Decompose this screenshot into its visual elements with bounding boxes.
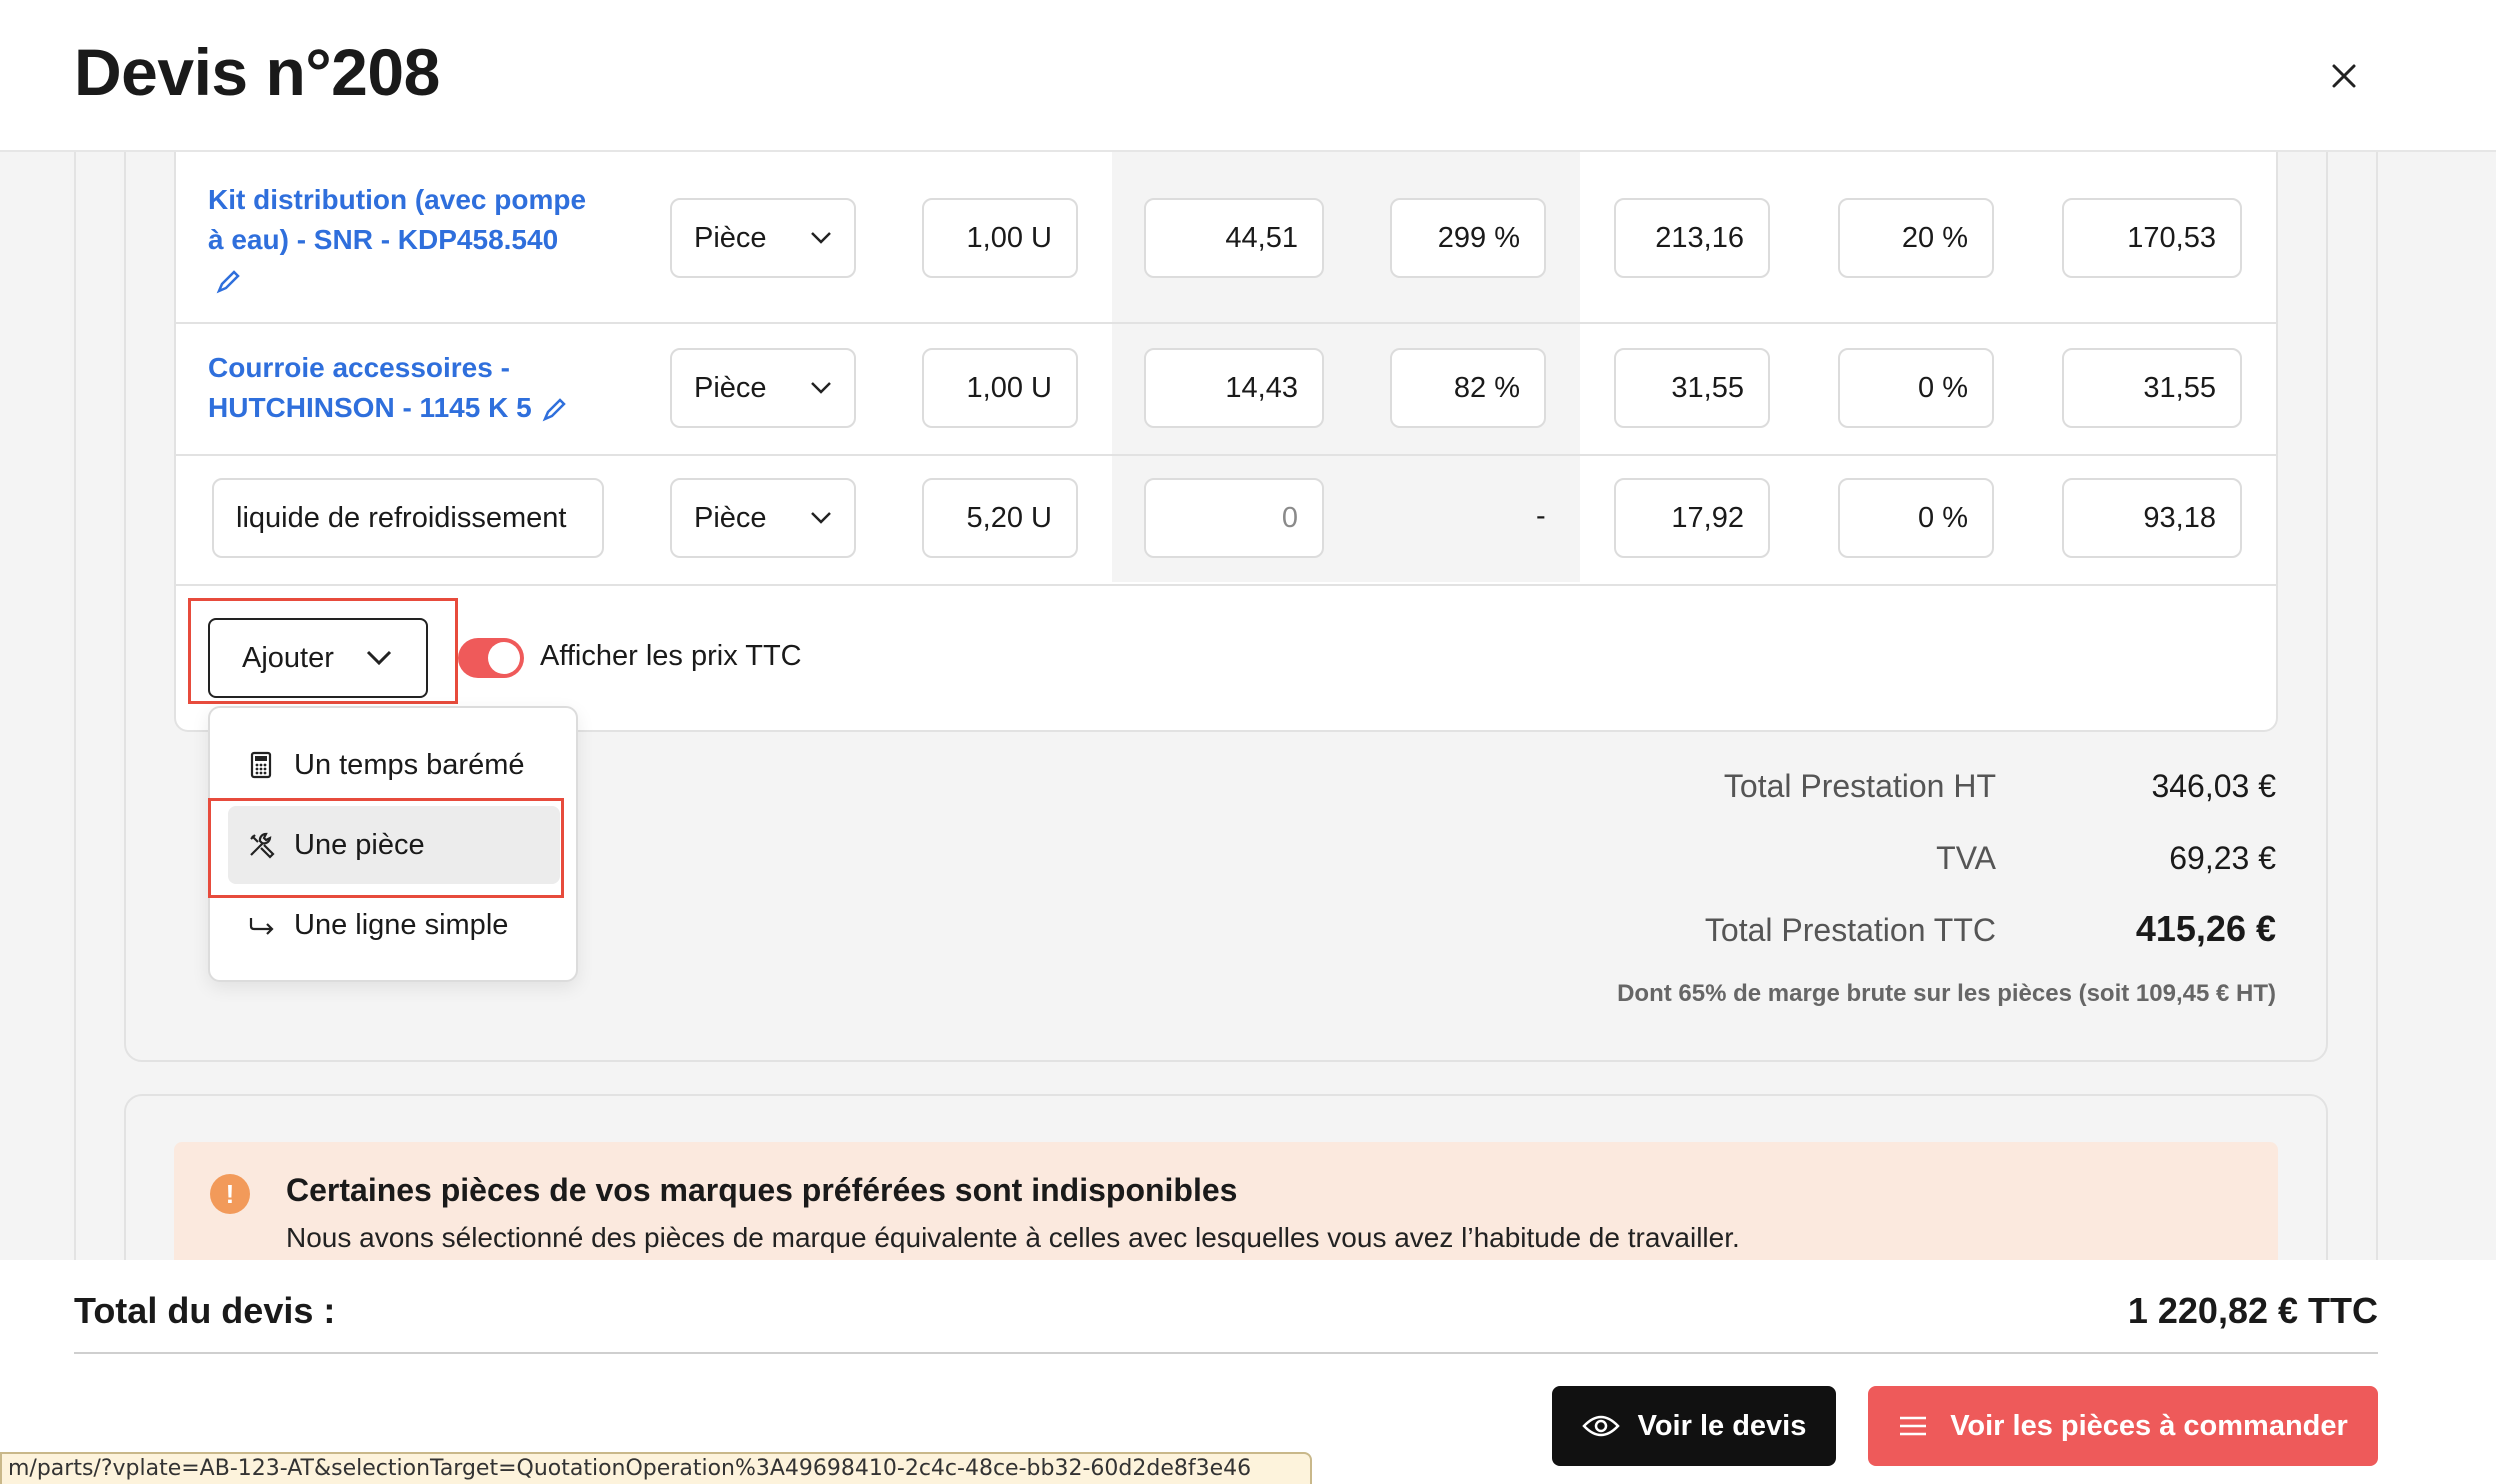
menu-item-une-piece[interactable]: Une pièce bbox=[228, 806, 560, 884]
add-dropdown-menu: Un temps barémé Une pièce Une ligne simp… bbox=[208, 706, 578, 982]
chevron-down-icon bbox=[811, 512, 831, 524]
unit-price-field[interactable]: 31,55 bbox=[1614, 348, 1770, 428]
edit-icon[interactable] bbox=[540, 396, 568, 424]
total-field[interactable]: 93,18 bbox=[2062, 478, 2242, 558]
arrow-return-icon bbox=[249, 918, 274, 935]
margin-note: Dont 65% de marge brute sur les pièces (… bbox=[1617, 980, 2276, 1007]
menu-item-ligne-simple[interactable]: Une ligne simple bbox=[228, 886, 560, 964]
chevron-down-icon bbox=[811, 382, 831, 394]
purchase-price-field[interactable]: 44,51 bbox=[1144, 198, 1324, 278]
modal-header: Devis n°208 bbox=[0, 0, 2496, 152]
view-parts-button[interactable]: Voir les pièces à commander bbox=[1868, 1386, 2378, 1466]
vat-field[interactable]: 0 % bbox=[1838, 478, 1994, 558]
tools-icon bbox=[250, 832, 275, 859]
unit-type-select[interactable]: Pièce bbox=[670, 348, 856, 428]
warning-icon: ! bbox=[210, 1174, 250, 1214]
quantity-field[interactable]: 5,20 U bbox=[922, 478, 1078, 558]
quantity-field[interactable]: 1,00 U bbox=[922, 348, 1078, 428]
total-field[interactable]: 170,53 bbox=[2062, 198, 2242, 278]
total-ttc-label: Total Prestation TTC bbox=[1704, 912, 1996, 948]
margin-empty: - bbox=[1536, 500, 1546, 532]
tva-value: 69,23 € bbox=[2169, 840, 2276, 876]
view-quote-button[interactable]: Voir le devis bbox=[1552, 1386, 1836, 1466]
quote-total-value: 1 220,82 € TTC bbox=[2127, 1290, 2378, 1331]
alert-title: Certaines pièces de vos marques préférée… bbox=[286, 1172, 1238, 1208]
ttc-toggle-label: Afficher les prix TTC bbox=[540, 640, 802, 672]
list-icon bbox=[1900, 1416, 1927, 1436]
unit-type-select[interactable]: Pièce bbox=[670, 478, 856, 558]
part-name-link[interactable]: Kit distribution (avec pompe à eau) - SN… bbox=[208, 180, 628, 300]
close-icon bbox=[2332, 64, 2356, 88]
unavailable-parts-alert: ! Certaines pièces de vos marques préfér… bbox=[174, 1142, 2278, 1260]
alert-text: Nous avons sélectionné des pièces de mar… bbox=[286, 1222, 1740, 1253]
edit-icon[interactable] bbox=[214, 268, 242, 296]
quantity-field[interactable]: 1,00 U bbox=[922, 198, 1078, 278]
total-ht-label: Total Prestation HT bbox=[1723, 768, 1996, 804]
margin-field[interactable]: 299 % bbox=[1390, 198, 1546, 278]
close-button[interactable] bbox=[2318, 50, 2370, 102]
quote-total-label: Total du devis : bbox=[74, 1290, 336, 1331]
chevron-down-icon bbox=[811, 232, 831, 244]
page-title: Devis n°208 bbox=[74, 35, 440, 109]
total-ttc-value: 415,26 € bbox=[2135, 908, 2276, 949]
purchase-price-field[interactable]: 0 bbox=[1144, 478, 1324, 558]
vat-field[interactable]: 20 % bbox=[1838, 198, 1994, 278]
total-field[interactable]: 31,55 bbox=[2062, 348, 2242, 428]
unit-price-field[interactable]: 213,16 bbox=[1614, 198, 1770, 278]
calculator-icon bbox=[250, 751, 272, 779]
part-name-link[interactable]: Courroie accessoires - HUTCHINSON - 1145… bbox=[208, 348, 628, 428]
menu-item-temps-bareme[interactable]: Un temps barémé bbox=[228, 726, 560, 804]
add-button[interactable]: Ajouter bbox=[208, 618, 428, 698]
line-name-input[interactable] bbox=[212, 478, 604, 558]
unit-type-select[interactable]: Pièce bbox=[670, 198, 856, 278]
tva-label: TVA bbox=[1936, 840, 1996, 876]
total-ht-value: 346,03 € bbox=[2151, 768, 2276, 804]
eye-icon bbox=[1581, 1415, 1620, 1437]
unit-price-field[interactable]: 17,92 bbox=[1614, 478, 1770, 558]
chevron-down-icon bbox=[366, 650, 392, 666]
ttc-toggle[interactable] bbox=[458, 638, 524, 678]
status-bar-url: m/parts/?vplate=AB-123-AT&selectionTarge… bbox=[0, 1452, 1312, 1484]
margin-field[interactable]: 82 % bbox=[1390, 348, 1546, 428]
purchase-price-field[interactable]: 14,43 bbox=[1144, 348, 1324, 428]
vat-field[interactable]: 0 % bbox=[1838, 348, 1994, 428]
quote-footer: Total du devis : 1 220,82 € TTC Voir le … bbox=[0, 1260, 2496, 1484]
